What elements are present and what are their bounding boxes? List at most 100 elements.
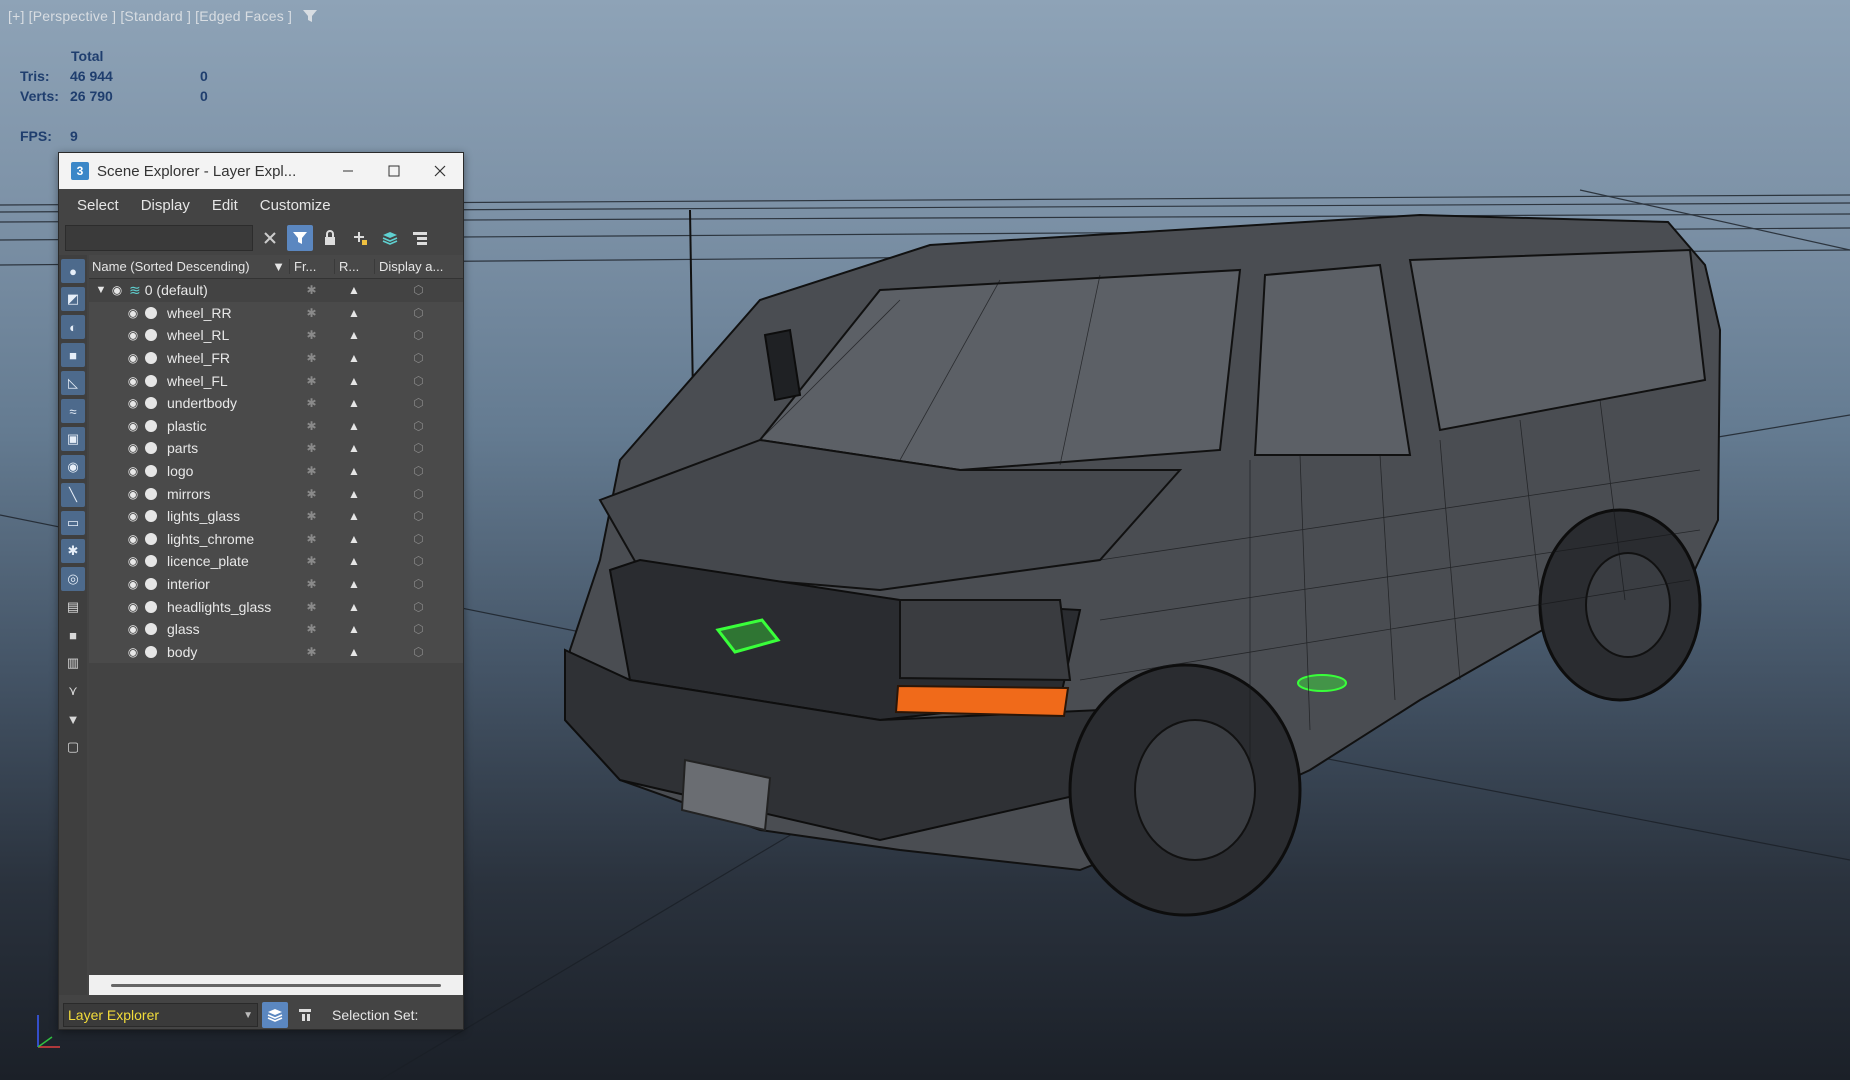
layer-row[interactable]: ◉ mirrors ✱ ▲ ⬡ xyxy=(89,482,463,505)
layer-row[interactable]: ◉ headlights_glass ✱ ▲ ⬡ xyxy=(89,595,463,618)
freeze-icon[interactable]: ✱ xyxy=(289,351,334,365)
viewport-label[interactable]: [+] [Perspective ] [Standard ] [Edged Fa… xyxy=(8,8,318,24)
bone-icon[interactable]: ╲ xyxy=(61,483,85,507)
hierarchy-button[interactable] xyxy=(407,225,433,251)
collapse-arrow-icon[interactable]: ▼ xyxy=(93,284,109,296)
eye-icon[interactable]: ◉ xyxy=(109,283,125,297)
layer-row[interactable]: ◉ licence_plate ✱ ▲ ⬡ xyxy=(89,550,463,573)
layer-row[interactable]: ◉ body ✱ ▲ ⬡ xyxy=(89,640,463,664)
eye-icon[interactable]: ◉ xyxy=(125,622,141,636)
van-model[interactable] xyxy=(563,213,1722,917)
eye-icon[interactable]: ◉ xyxy=(125,464,141,478)
layer-mode-button[interactable] xyxy=(262,1002,288,1028)
window-titlebar[interactable]: 3 Scene Explorer - Layer Expl... xyxy=(59,153,463,189)
freeze-icon[interactable]: ✱ xyxy=(289,441,334,455)
layer-active-icon[interactable] xyxy=(145,555,157,568)
display-none-icon[interactable]: ● xyxy=(61,259,85,283)
layer-active-icon[interactable] xyxy=(145,623,157,636)
layer-row[interactable]: ◉ lights_chrome ✱ ▲ ⬡ xyxy=(89,527,463,551)
render-icon[interactable]: ▲ xyxy=(334,622,374,636)
display-as-box-icon[interactable]: ⬡ xyxy=(374,328,463,342)
render-icon[interactable]: ▲ xyxy=(334,419,374,433)
scrollbar-thumb[interactable] xyxy=(111,983,441,987)
render-icon[interactable]: ▲ xyxy=(334,509,374,523)
maximize-button[interactable] xyxy=(371,153,417,189)
funnel-icon[interactable] xyxy=(302,8,318,24)
render-icon[interactable]: ▲ xyxy=(334,464,374,478)
render-icon[interactable]: ▲ xyxy=(334,306,374,320)
search-input[interactable] xyxy=(65,225,253,251)
layer-active-icon[interactable] xyxy=(145,600,157,613)
close-button[interactable] xyxy=(417,153,463,189)
freeze-icon[interactable]: ✱ xyxy=(289,600,334,614)
menu-select[interactable]: Select xyxy=(77,197,119,214)
freeze-icon[interactable]: ✱ xyxy=(289,577,334,591)
menu-customize[interactable]: Customize xyxy=(260,197,331,214)
explorer-type-select[interactable]: Layer Explorer ▼ xyxy=(63,1003,258,1027)
freeze-icon[interactable]: ✱ xyxy=(289,396,334,410)
render-icon[interactable]: ▲ xyxy=(334,283,374,297)
add-layer-button[interactable] xyxy=(347,225,373,251)
layer-active-icon[interactable] xyxy=(145,374,157,387)
horizontal-scrollbar[interactable] xyxy=(89,975,463,995)
select-none-icon[interactable]: ■ xyxy=(61,623,85,647)
eye-icon[interactable]: ◉ xyxy=(125,351,141,365)
display-as-box-icon[interactable]: ⬡ xyxy=(374,351,463,365)
group-icon[interactable]: ▣ xyxy=(61,427,85,451)
display-as-box-icon[interactable]: ⬡ xyxy=(374,419,463,433)
freeze-icon[interactable]: ✱ xyxy=(289,509,334,523)
layer-row[interactable]: ◉ wheel_FL ✱ ▲ ⬡ xyxy=(89,369,463,392)
menu-display[interactable]: Display xyxy=(141,197,190,214)
scene-explorer-window[interactable]: 3 Scene Explorer - Layer Expl... Select … xyxy=(58,152,464,1030)
column-render[interactable]: R... xyxy=(334,259,374,274)
render-icon[interactable]: ▲ xyxy=(334,441,374,455)
selection-set-icon[interactable]: ▢ xyxy=(61,735,85,759)
freeze-icon[interactable]: ✱ xyxy=(289,464,334,478)
freeze-icon[interactable]: ✱ xyxy=(289,532,334,546)
display-as-box-icon[interactable]: ⬡ xyxy=(374,487,463,501)
menu-edit[interactable]: Edit xyxy=(212,197,238,214)
layer-row[interactable]: ◉ wheel_FR ✱ ▲ ⬡ xyxy=(89,346,463,370)
layer-row[interactable]: ◉ lights_glass ✱ ▲ ⬡ xyxy=(89,504,463,528)
eye-icon[interactable]: ◉ xyxy=(125,645,141,659)
filter-toggle-button[interactable] xyxy=(287,225,313,251)
layer-active-icon[interactable] xyxy=(145,465,157,478)
display-as-box-icon[interactable]: ⬡ xyxy=(374,532,463,546)
invert-selection-icon[interactable]: ▥ xyxy=(61,651,85,675)
display-as-box-icon[interactable]: ⬡ xyxy=(374,441,463,455)
display-as-box-icon[interactable]: ⬡ xyxy=(374,645,463,659)
select-all-icon[interactable]: ▤ xyxy=(61,595,85,619)
layer-active-icon[interactable] xyxy=(145,329,157,342)
column-name[interactable]: Name (Sorted Descending) ▼ xyxy=(89,259,289,274)
eye-icon[interactable]: ◉ xyxy=(125,554,141,568)
freeze-icon[interactable]: ✱ xyxy=(289,622,334,636)
lock-button[interactable] xyxy=(317,225,343,251)
layer-tree[interactable]: Name (Sorted Descending) ▼ Fr... R... Di… xyxy=(89,255,463,985)
display-as-box-icon[interactable]: ⬡ xyxy=(374,283,463,297)
layer-row[interactable]: ◉ wheel_RR ✱ ▲ ⬡ xyxy=(89,301,463,325)
render-icon[interactable]: ▲ xyxy=(334,554,374,568)
render-icon[interactable]: ▲ xyxy=(334,600,374,614)
render-icon[interactable]: ▲ xyxy=(334,351,374,365)
helper-icon[interactable]: ◺ xyxy=(61,371,85,395)
viewport-label-text[interactable]: [+] [Perspective ] [Standard ] [Edged Fa… xyxy=(8,8,292,24)
freeze-icon[interactable]: ✱ xyxy=(289,306,334,320)
layer-row[interactable]: ◉ logo ✱ ▲ ⬡ xyxy=(89,459,463,483)
freeze-icon[interactable]: ✱ xyxy=(289,419,334,433)
freeze-icon[interactable]: ✱ xyxy=(289,283,334,297)
render-icon[interactable]: ▲ xyxy=(334,645,374,659)
hidden-icon[interactable]: ◎ xyxy=(61,567,85,591)
freeze-icon[interactable]: ✱ xyxy=(289,487,334,501)
display-as-box-icon[interactable]: ⬡ xyxy=(374,396,463,410)
layer-active-icon[interactable] xyxy=(145,532,157,545)
spacewarp-icon[interactable]: ≈ xyxy=(61,399,85,423)
display-as-box-icon[interactable]: ⬡ xyxy=(374,464,463,478)
render-icon[interactable]: ▲ xyxy=(334,374,374,388)
display-as-box-icon[interactable]: ⬡ xyxy=(374,509,463,523)
layer-row[interactable]: ◉ interior ✱ ▲ ⬡ xyxy=(89,572,463,596)
eye-icon[interactable]: ◉ xyxy=(125,419,141,433)
display-as-box-icon[interactable]: ⬡ xyxy=(374,554,463,568)
layer-active-icon[interactable] xyxy=(145,419,157,432)
layer-row[interactable]: ◉ glass ✱ ▲ ⬡ xyxy=(89,617,463,641)
xref-icon[interactable]: ◉ xyxy=(61,455,85,479)
